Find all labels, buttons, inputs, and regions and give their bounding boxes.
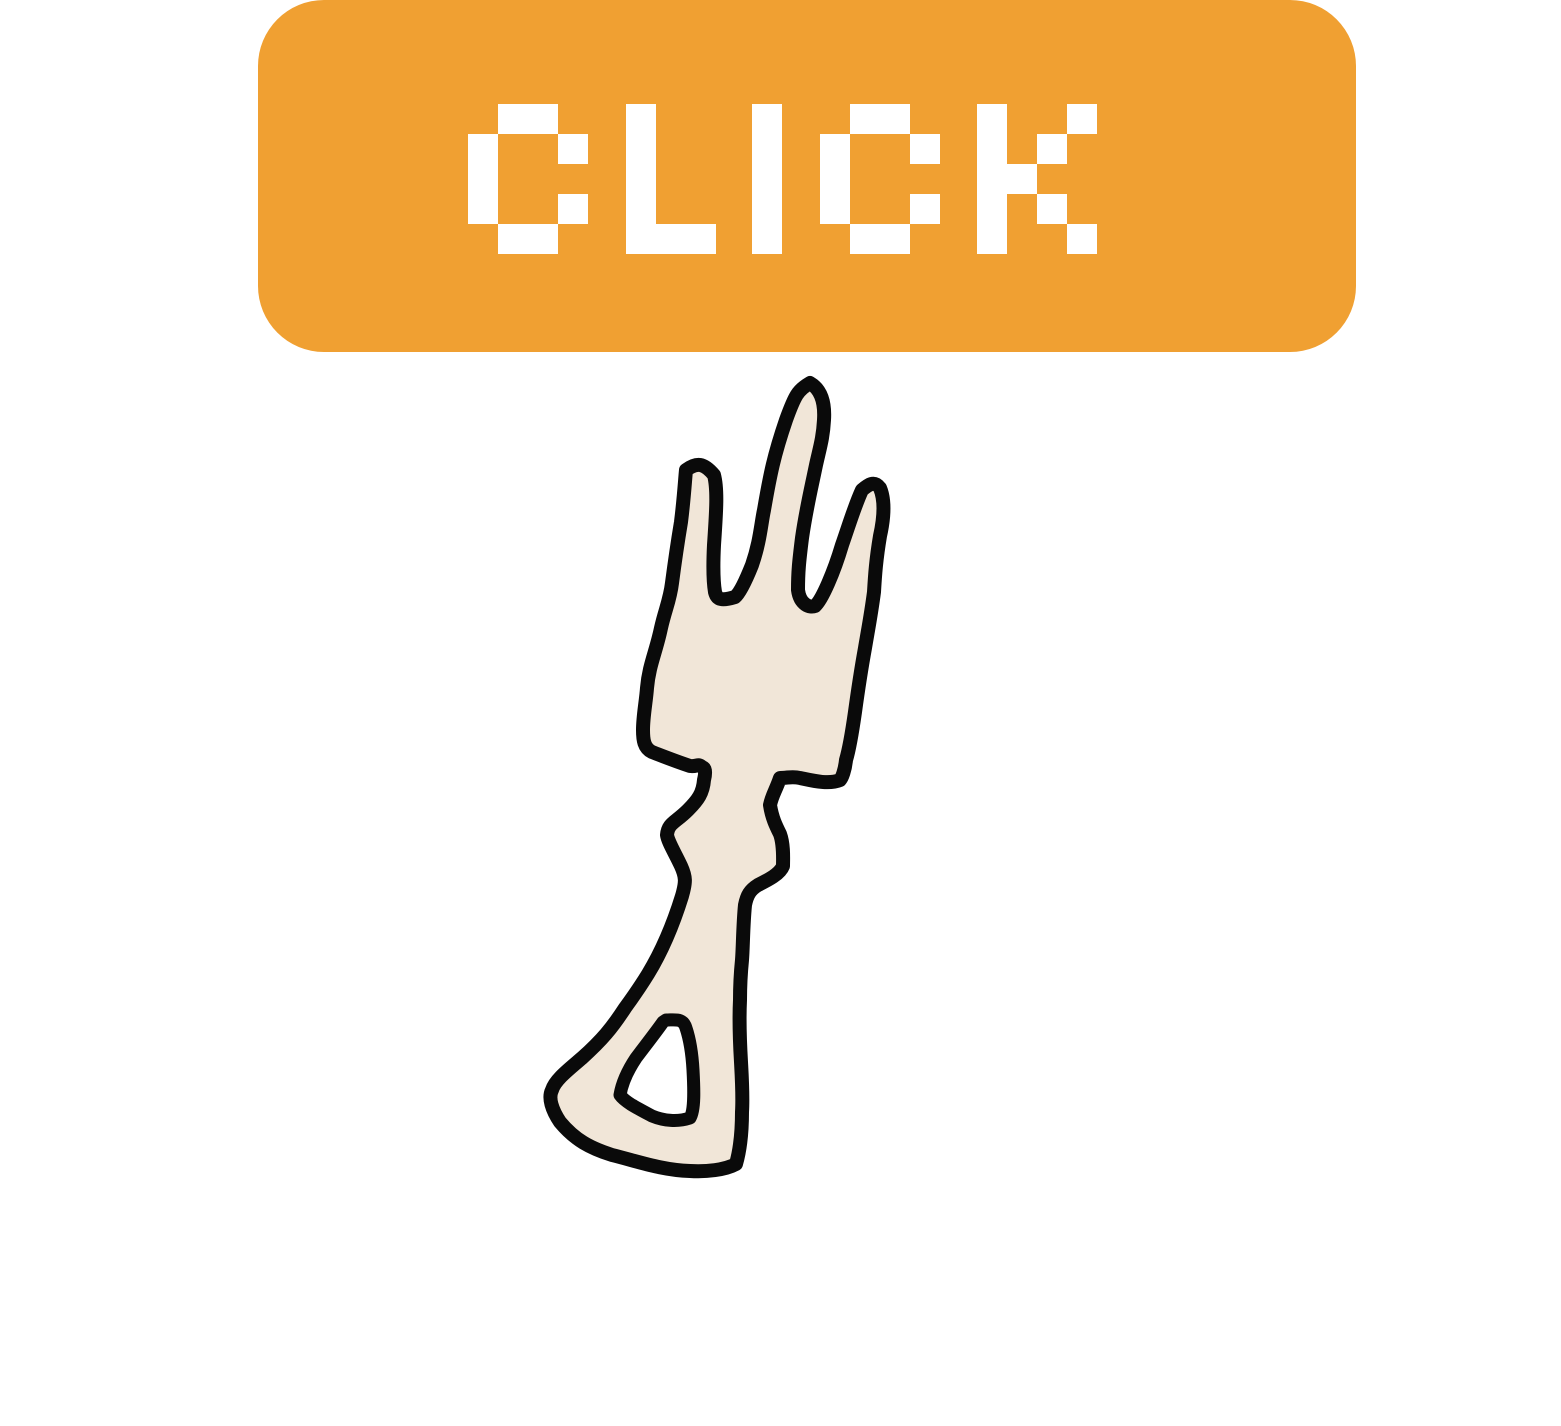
click-button[interactable]: CLICK (258, 0, 1356, 352)
fork-icon (530, 370, 910, 1200)
pixel-text-click (468, 104, 1097, 254)
